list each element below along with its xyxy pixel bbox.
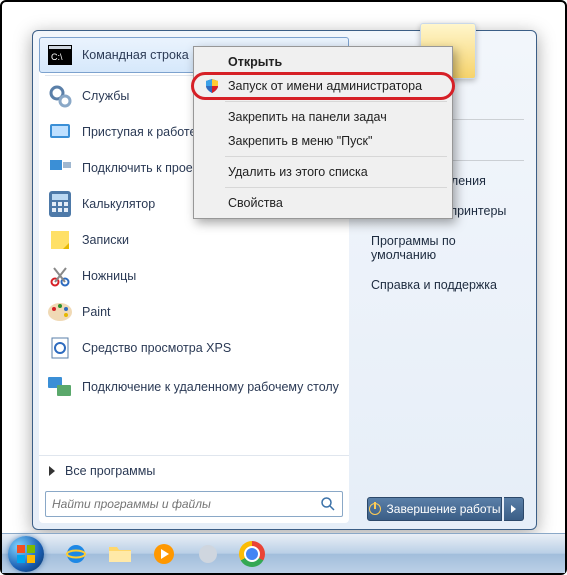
start-button[interactable] [8,536,44,572]
ctx-open-label: Открыть [228,55,282,69]
ctx-pin-start-label: Закрепить в меню "Пуск" [228,134,372,148]
search-icon [320,496,336,512]
rdp-icon [46,373,74,401]
program-label: Службы [82,89,129,103]
calculator-icon [46,190,74,218]
ctx-separator [225,187,447,188]
right-item-default-programs[interactable]: Программы по умолчанию [367,227,524,269]
cmd-icon: C:\ [46,41,74,69]
ctx-run-as-admin[interactable]: Запуск от имени администратора [197,74,449,98]
program-label: Приступая к работе [82,125,196,139]
sticky-notes-icon [46,226,74,254]
windows-logo-icon [16,544,36,564]
program-item-rdp[interactable]: Подключение к удаленному рабочему столу [39,366,349,408]
ctx-properties-label: Свойства [228,196,283,210]
taskbar-chrome[interactable] [232,538,272,570]
search-container [39,485,349,523]
context-menu: Открыть Запуск от имени администратора З… [193,46,453,219]
svg-text:C:\: C:\ [51,52,63,62]
ie-icon [64,542,88,566]
getting-started-icon [46,118,74,146]
ctx-run-as-admin-label: Запуск от имени администратора [228,79,422,93]
ctx-properties[interactable]: Свойства [197,191,449,215]
taskbar-wmp[interactable] [144,538,184,570]
paint-icon [46,298,74,326]
taskbar-explorer[interactable] [100,538,140,570]
taskbar-app[interactable] [188,538,228,570]
program-item-xps[interactable]: Средство просмотра XPS [39,330,349,366]
arrow-right-icon [49,466,55,476]
program-label: Paint [82,305,111,319]
program-item-sticky-notes[interactable]: Записки [39,222,349,258]
services-icon [46,82,74,110]
ctx-pin-taskbar[interactable]: Закрепить на панели задач [197,105,449,129]
right-item-help[interactable]: Справка и поддержка [367,271,524,299]
snipping-tool-icon [46,262,74,290]
ctx-open[interactable]: Открыть [197,50,449,74]
taskbar-ie[interactable] [56,538,96,570]
wmp-icon [152,542,176,566]
shutdown-row: Завершение работы [367,497,524,521]
shutdown-options-button[interactable] [504,497,524,521]
ctx-remove-list[interactable]: Удалить из этого списка [197,160,449,184]
power-icon [369,503,381,515]
ctx-remove-list-label: Удалить из этого списка [228,165,368,179]
search-input[interactable] [52,497,314,511]
program-label: Записки [82,233,129,247]
chrome-icon [239,541,265,567]
shield-icon [204,78,220,94]
shutdown-button[interactable]: Завершение работы [367,497,502,521]
program-label: Подключение к удаленному рабочему столу [82,380,339,395]
ctx-pin-start[interactable]: Закрепить в меню "Пуск" [197,129,449,153]
projector-icon [46,154,74,182]
shutdown-label: Завершение работы [387,502,501,516]
xps-viewer-icon [46,334,74,362]
ctx-separator [225,101,447,102]
ctx-pin-taskbar-label: Закрепить на панели задач [228,110,387,124]
program-label: Командная строка [82,48,189,62]
program-label: Калькулятор [82,197,155,211]
taskbar [2,533,565,573]
search-box[interactable] [45,491,343,517]
program-label: Ножницы [82,269,136,283]
program-item-paint[interactable]: Paint [39,294,349,330]
all-programs[interactable]: Все программы [39,455,349,485]
all-programs-label: Все программы [65,464,155,478]
chevron-right-icon [511,505,516,513]
program-item-snipping[interactable]: Ножницы [39,258,349,294]
generic-app-icon [197,543,219,565]
program-label: Средство просмотра XPS [82,341,231,355]
ctx-separator [225,156,447,157]
folder-icon [107,543,133,565]
